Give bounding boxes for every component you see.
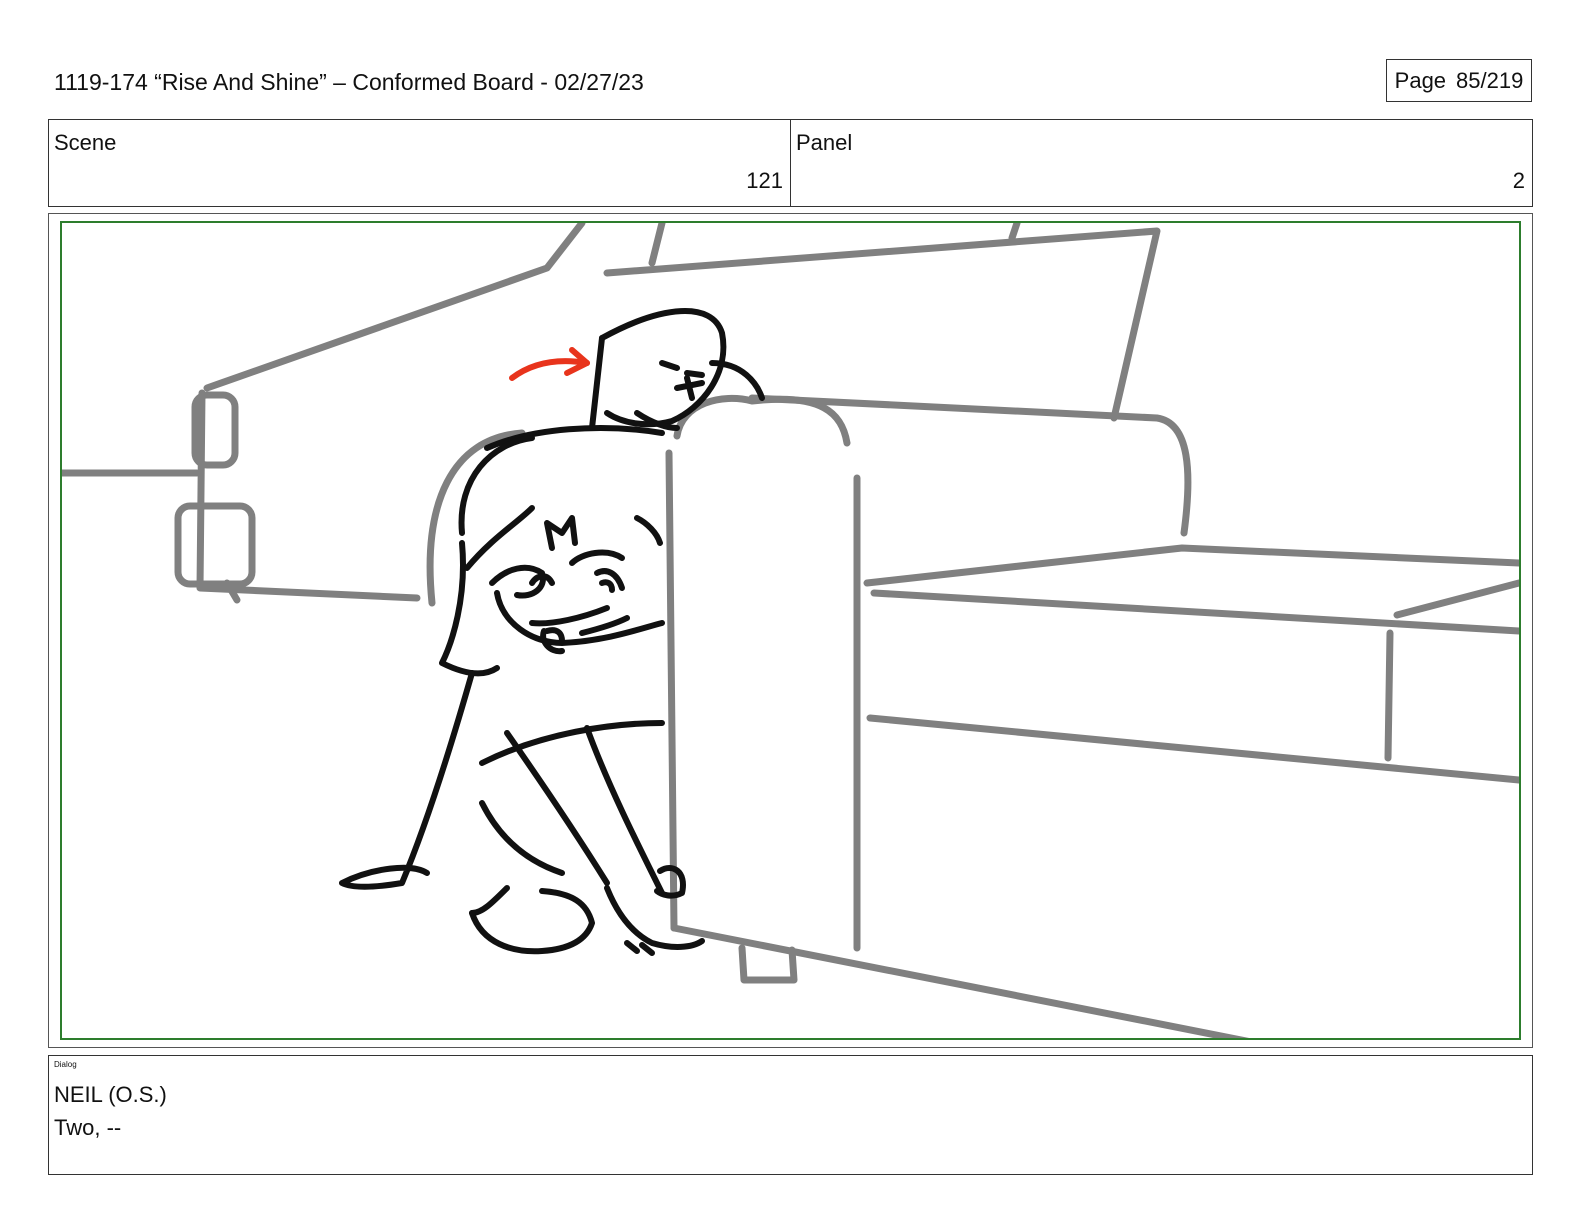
scene-label: Scene	[54, 130, 117, 155]
action-arrow-icon	[509, 347, 590, 381]
panel-cell: Panel 2	[790, 120, 1532, 206]
storyboard-frame	[48, 213, 1533, 1048]
page-number: 85/219	[1456, 67, 1524, 93]
scene-cell: Scene 121	[49, 120, 790, 206]
panel-label: Panel	[796, 130, 853, 155]
background-sketch-lines	[62, 223, 1519, 1038]
dialog-box: Dialog NEIL (O.S.) Two, --	[48, 1055, 1533, 1175]
page-indicator: Page 85/219	[1386, 59, 1532, 102]
scene-panel-info: Scene 121 Panel 2	[48, 119, 1533, 207]
dialog-label: Dialog	[54, 1060, 77, 1069]
board-title: 1119-174 “Rise And Shine” – Conformed Bo…	[54, 69, 644, 95]
scene-number: 121	[746, 168, 783, 193]
panel-number: 2	[1512, 168, 1525, 193]
page-label: Page	[1394, 67, 1447, 93]
dialog-line: Two, --	[54, 1115, 122, 1140]
safe-area-border	[60, 221, 1521, 1040]
dialog-speaker: NEIL (O.S.)	[54, 1082, 167, 1107]
storyboard-sketch	[62, 223, 1519, 1038]
